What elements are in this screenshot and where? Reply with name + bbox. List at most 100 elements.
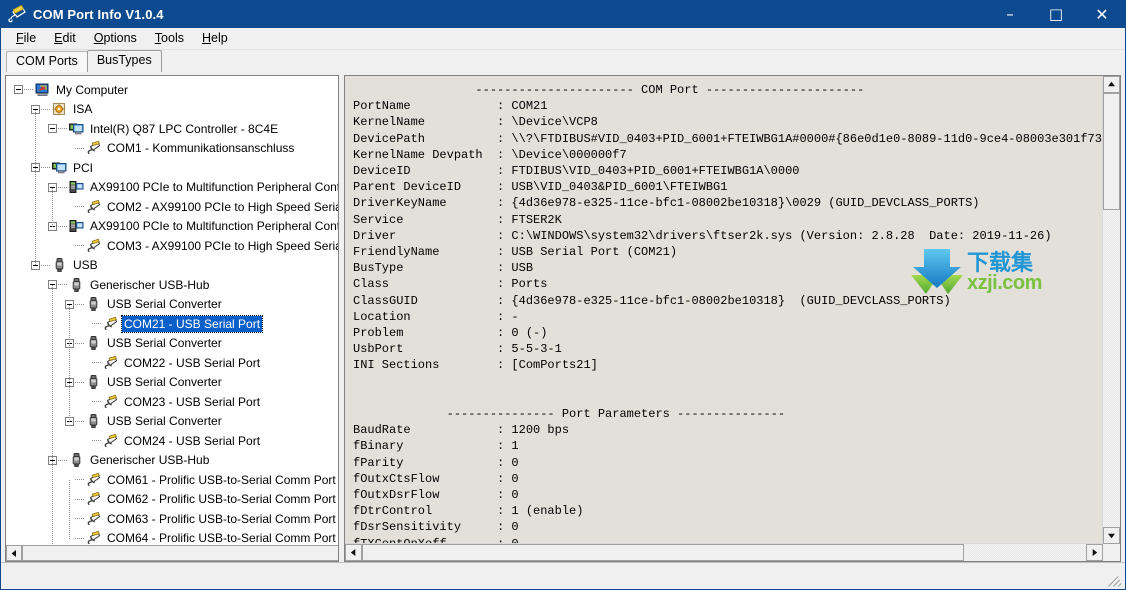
menu-tools[interactable]: Tools <box>146 29 193 48</box>
port-icon <box>85 140 102 156</box>
port-icon <box>102 433 119 449</box>
isa-chip-icon <box>51 101 68 117</box>
tree-item[interactable]: COM23 - USB Serial Port <box>6 392 338 412</box>
tree-item-label: ISA <box>73 102 93 117</box>
menu-edit[interactable]: Edit <box>45 29 85 48</box>
menu-help-rest: elp <box>211 31 228 45</box>
menu-file-accel: F <box>16 31 24 45</box>
menu-tools-rest: ools <box>161 31 184 45</box>
menu-edit-rest: dit <box>62 31 76 45</box>
usb-icon <box>85 296 102 312</box>
menu-options[interactable]: Options <box>85 29 146 48</box>
usb-icon <box>51 257 68 273</box>
info-hscroll-thumb[interactable] <box>362 544 964 561</box>
tree-item-label: USB Serial Converter <box>107 414 222 429</box>
info-horizontal-scrollbar[interactable] <box>345 543 1103 561</box>
info-scroll-down-button[interactable] <box>1103 527 1120 544</box>
usb-icon <box>68 277 85 293</box>
tree-item[interactable]: Intel(R) Q87 LPC Controller - 8C4E <box>6 119 338 139</box>
info-scroll-thumb[interactable] <box>1103 93 1120 210</box>
tree-item[interactable]: PCI <box>6 158 338 178</box>
tree-connector-line <box>75 147 84 149</box>
tree-connector-line <box>75 420 84 422</box>
port-info-pane: ---------------------- COM Port --------… <box>344 75 1121 562</box>
tree-item[interactable]: COM3 - AX99100 PCIe to High Speed Serial… <box>6 236 338 256</box>
tree-connector-line <box>24 89 33 91</box>
tab-com-ports[interactable]: COM Ports <box>6 51 88 72</box>
tree-item[interactable]: USB Serial Converter <box>6 373 338 393</box>
window-controls: – □ ✕ <box>987 1 1125 28</box>
tree-item[interactable]: ISA <box>6 100 338 120</box>
tree-item-label: COM1 - Kommunikationsanschluss <box>107 141 295 156</box>
menu-help[interactable]: Help <box>193 29 237 48</box>
app-window: COM Port Info V1.0.4 – □ ✕ File Edit Opt… <box>0 0 1126 590</box>
tree-connector-line <box>75 518 84 520</box>
tree-item-label: COM62 - Prolific USB-to-Serial Comm Port <box>107 492 336 507</box>
tree-connector-line <box>58 225 67 227</box>
menu-edit-accel: E <box>54 31 63 45</box>
tree-item[interactable]: Generischer USB-Hub <box>6 451 338 471</box>
tree-item-label: My Computer <box>56 82 129 97</box>
controller-icon <box>51 160 68 176</box>
maximize-button[interactable]: □ <box>1033 1 1079 28</box>
tree-item[interactable]: COM63 - Prolific USB-to-Serial Comm Port <box>6 509 338 529</box>
tree-item[interactable]: USB <box>6 256 338 276</box>
menu-bar: File Edit Options Tools Help <box>1 28 1125 50</box>
tree-connector-line <box>75 498 84 500</box>
tree-item[interactable]: COM62 - Prolific USB-to-Serial Comm Port <box>6 490 338 510</box>
tree-item[interactable]: COM61 - Prolific USB-to-Serial Comm Port <box>6 470 338 490</box>
menu-file[interactable]: File <box>7 29 45 48</box>
info-scroll-right-button[interactable] <box>1086 544 1103 561</box>
tree-item-label: COM22 - USB Serial Port <box>124 355 261 370</box>
tree-item[interactable]: COM2 - AX99100 PCIe to High Speed Serial… <box>6 197 338 217</box>
info-vertical-scrollbar[interactable] <box>1102 76 1120 544</box>
tree-item-label: AX99100 PCIe to Multifunction Peripheral… <box>90 180 338 195</box>
tree-item-label: COM24 - USB Serial Port <box>124 433 261 448</box>
tab-bustypes[interactable]: BusTypes <box>86 50 162 72</box>
tree-item[interactable]: AX99100 PCIe to Multifunction Peripheral… <box>6 178 338 198</box>
tree-collapse-icon[interactable] <box>14 85 23 95</box>
tree-guide-line <box>52 285 53 558</box>
tree-connector-line <box>41 108 50 110</box>
tree-item-label: COM2 - AX99100 PCIe to High Speed Serial… <box>107 199 338 214</box>
tree-item-selected[interactable]: COM21 - USB Serial Port <box>6 314 338 334</box>
device-icon <box>68 179 85 195</box>
port-icon <box>85 491 102 507</box>
close-button[interactable]: ✕ <box>1079 1 1125 28</box>
tree-item[interactable]: AX99100 PCIe to Multifunction Peripheral… <box>6 217 338 237</box>
info-scroll-left-button[interactable] <box>345 544 362 561</box>
tree-connector-line <box>58 128 67 130</box>
tree-item[interactable]: COM22 - USB Serial Port <box>6 353 338 373</box>
tree-connector-line <box>75 206 84 208</box>
tree-item[interactable]: My Computer <box>6 80 338 100</box>
tree-connector-line <box>92 401 101 403</box>
scrollbar-corner <box>1103 544 1120 561</box>
tree-scroll-left-button[interactable] <box>6 545 22 561</box>
menu-file-rest: ile <box>23 31 37 45</box>
tree-item[interactable]: USB Serial Converter <box>6 295 338 315</box>
port-icon <box>102 316 119 332</box>
tree-connector-line <box>92 440 101 442</box>
tree-item[interactable]: COM24 - USB Serial Port <box>6 431 338 451</box>
tree-item[interactable]: USB Serial Converter <box>6 412 338 432</box>
tree-item-label: COM63 - Prolific USB-to-Serial Comm Port <box>107 511 336 526</box>
usb-icon <box>85 374 102 390</box>
tree-collapse-icon[interactable] <box>48 124 57 134</box>
tree-item-label: USB Serial Converter <box>107 297 222 312</box>
minimize-button[interactable]: – <box>987 1 1033 28</box>
resize-grip[interactable] <box>1108 574 1122 587</box>
info-scroll-up-button[interactable] <box>1103 76 1120 93</box>
tree-connector-line <box>58 186 67 188</box>
tree-item[interactable]: USB Serial Converter <box>6 334 338 354</box>
status-bar <box>1 562 1125 589</box>
tree-item[interactable]: Generischer USB-Hub <box>6 275 338 295</box>
menu-options-rest: ptions <box>103 31 137 45</box>
tree-item[interactable]: COM1 - Kommunikationsanschluss <box>6 139 338 159</box>
tree-connector-line <box>92 323 101 325</box>
tree-item-label: COM64 - Prolific USB-to-Serial Comm Port <box>107 531 336 546</box>
port-icon <box>102 355 119 371</box>
tree-connector-line <box>58 459 67 461</box>
app-icon <box>6 4 28 25</box>
tree-horizontal-scrollbar[interactable] <box>6 545 338 561</box>
tree-item-label: USB <box>73 258 98 273</box>
